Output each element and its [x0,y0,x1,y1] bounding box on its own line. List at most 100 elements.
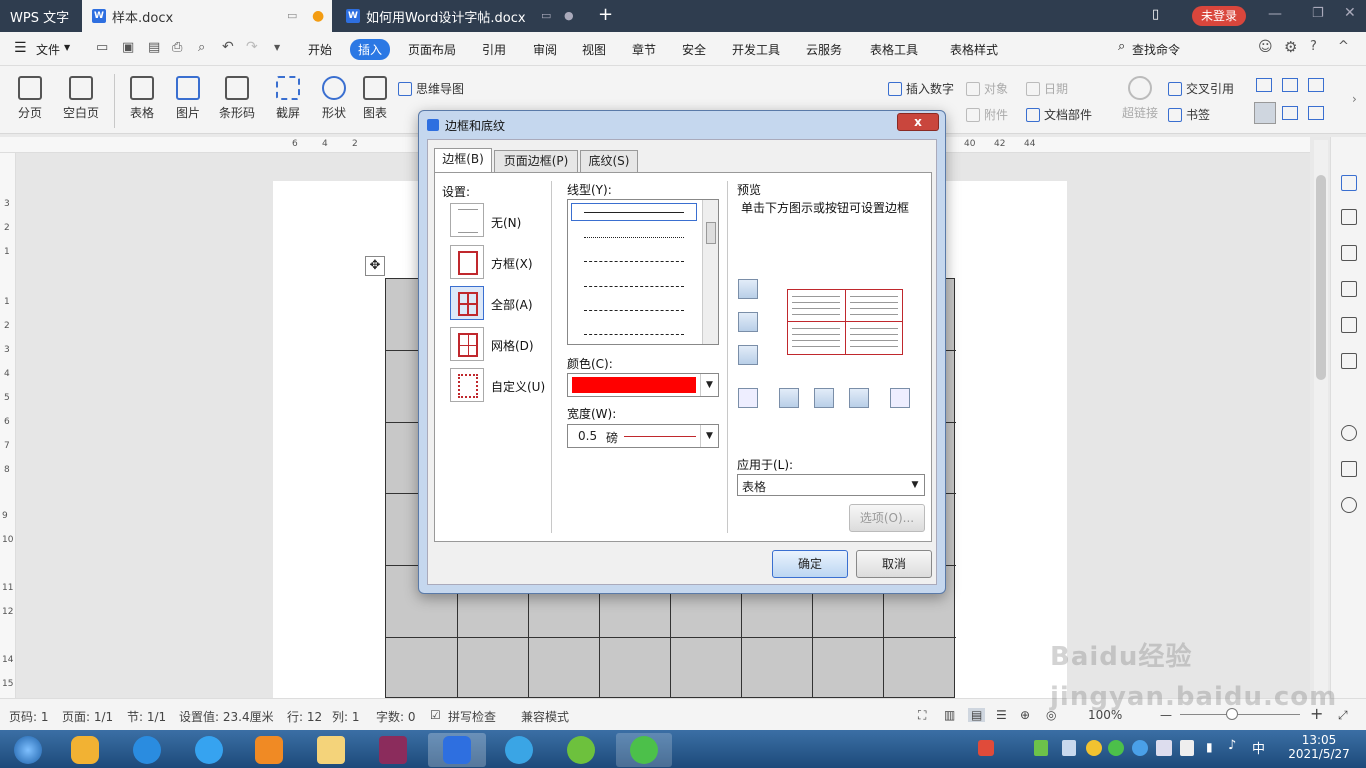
chevron-down-icon[interactable]: ▼ [700,425,718,447]
help-icon[interactable]: ? [1310,39,1317,54]
login-button[interactable]: 未登录 [1192,6,1246,26]
linestyle-dashed-small[interactable] [584,261,684,262]
new-tab-icon[interactable]: + [598,4,613,25]
taskbar-explorer[interactable] [306,733,356,767]
diagonal-up-button[interactable] [890,388,910,408]
clock[interactable]: 13:05 2021/5/27 [1284,733,1354,761]
cancel-button[interactable]: 取消 [856,550,932,578]
apply-to-dropdown[interactable]: 表格 ▼ [737,474,925,496]
linestyle-dotted[interactable] [584,237,684,238]
insert-number-button[interactable]: 插入数字 [888,80,954,97]
tray-ime-icon[interactable]: 中 [1252,738,1265,757]
border-top-button[interactable] [738,279,758,299]
undo-icon[interactable]: ↶ [222,39,234,55]
window-mode-icon[interactable]: ▯ [1152,7,1159,22]
tab-page-borders[interactable]: 页面边框(P) [494,150,578,172]
search-icon[interactable]: ⌕ [1118,39,1125,54]
status-spellcheck[interactable]: 拼写检查 [448,708,496,725]
border-preview[interactable] [787,289,903,355]
menu-developer[interactable]: 开发工具 [732,41,780,58]
status-page-number[interactable]: 页码: 1 [9,708,49,725]
quick-access-chevron-icon[interactable]: ▼ [274,43,280,52]
outline-view-icon[interactable]: ☰ [996,708,1007,722]
print-preview-icon[interactable]: ⌕ [198,40,205,55]
status-column[interactable]: 列: 1 [332,708,360,725]
linestyle-list[interactable] [567,199,719,345]
unsaved-dot-icon[interactable]: ● [312,8,324,24]
hyperlink-button[interactable]: 超链接 [1118,76,1162,121]
page-view-icon[interactable]: ▤ [968,708,986,722]
taskbar-wechat[interactable] [616,733,672,767]
ribbon-extra-icon[interactable] [1282,106,1298,120]
archive-icon[interactable] [1341,317,1357,333]
setting-custom-icon[interactable] [450,368,484,402]
status-word-count[interactable]: 字数: 0 [376,708,416,725]
ribbon-scroll-icon[interactable]: › [1352,92,1357,106]
tray-network-icon[interactable]: ▮ [1206,740,1213,754]
setting-all-label[interactable]: 全部(A) [491,296,533,313]
setting-none-label[interactable]: 无(N) [491,214,521,231]
restore-icon[interactable]: ❐ [1312,6,1324,21]
shape-button[interactable]: 形状 [314,76,354,121]
diagonal-down-button[interactable] [738,388,758,408]
share-icon[interactable] [1341,281,1357,297]
tray-printer-icon[interactable] [1156,740,1172,756]
taskbar-app[interactable] [60,733,110,767]
ribbon-extra-icon[interactable] [1308,78,1324,92]
taskbar-ie[interactable] [122,733,172,767]
pen-icon[interactable] [1341,175,1357,191]
chevron-down-icon[interactable]: ▼ [64,43,70,52]
doc-parts-button[interactable]: 文档部件 [1026,106,1092,123]
menu-references[interactable]: 引用 [482,41,506,58]
blank-page-button[interactable]: 空白页 [56,76,106,121]
hamburger-icon[interactable]: ☰ [14,40,27,56]
chart-button[interactable]: 图表 [358,76,392,121]
attachment-button[interactable]: 附件 [966,106,1008,123]
setting-all-icon[interactable] [450,286,484,320]
bookmark-button[interactable]: 书签 [1168,106,1210,123]
history-icon[interactable] [1341,425,1357,441]
start-button[interactable] [6,733,50,767]
cursor-icon[interactable] [1341,209,1357,225]
tab-borders[interactable]: 边框(B) [434,148,492,172]
border-inside-h-button[interactable] [738,312,758,332]
list-icon[interactable] [1341,353,1357,369]
status-setting-value[interactable]: 设置值: 23.4厘米 [179,708,274,725]
gear-icon[interactable]: ⚙ [1284,38,1297,56]
menu-insert[interactable]: 插入 [350,39,391,60]
table-button[interactable]: 表格 [122,76,162,121]
taskbar-app-blue[interactable] [494,733,544,767]
menu-table-tools[interactable]: 表格工具 [870,41,918,58]
picture-button[interactable]: 图片 [168,76,208,121]
menu-view[interactable]: 视图 [582,41,606,58]
tray-shield-icon[interactable] [1132,740,1148,756]
search-command[interactable]: 查找命令 [1132,41,1180,58]
menu-review[interactable]: 审阅 [533,41,557,58]
cross-ref-button[interactable]: 交叉引用 [1168,80,1234,97]
status-section[interactable]: 节: 1/1 [127,708,166,725]
date-button[interactable]: 日期 [1026,80,1068,97]
tray-volume-icon[interactable]: ♪ [1228,738,1236,753]
taskbar-media[interactable] [244,733,294,767]
save-icon[interactable]: ▣ [122,40,134,55]
menu-section[interactable]: 章节 [632,41,656,58]
pdf-icon[interactable]: ▤ [148,40,160,55]
dialog-close-button[interactable]: x [897,113,939,131]
pin-icon[interactable]: ▭ [287,9,297,22]
taskbar-app-green[interactable] [556,733,606,767]
linestyle-scrollbar[interactable] [702,200,718,344]
doc-tab-word-guide[interactable]: W 如何用Word设计字帖.docx ▭ ● [336,0,586,32]
menu-page-layout[interactable]: 页面布局 [408,41,456,58]
menu-security[interactable]: 安全 [682,41,706,58]
linestyle-dash-dot[interactable] [584,310,684,311]
tray-app-icon[interactable] [978,740,994,756]
linestyle-solid[interactable] [584,212,684,213]
menu-home[interactable]: 开始 [308,41,332,58]
open-icon[interactable]: ▭ [96,40,108,55]
color-dropdown[interactable]: ▼ [567,373,719,397]
document-icon[interactable] [1341,461,1357,477]
ribbon-extra-icon[interactable] [1282,78,1298,92]
ribbon-extra-icon[interactable] [1308,106,1324,120]
screenshot-button[interactable]: 截屏 [268,76,308,121]
close-dot-icon[interactable]: ● [564,9,574,22]
